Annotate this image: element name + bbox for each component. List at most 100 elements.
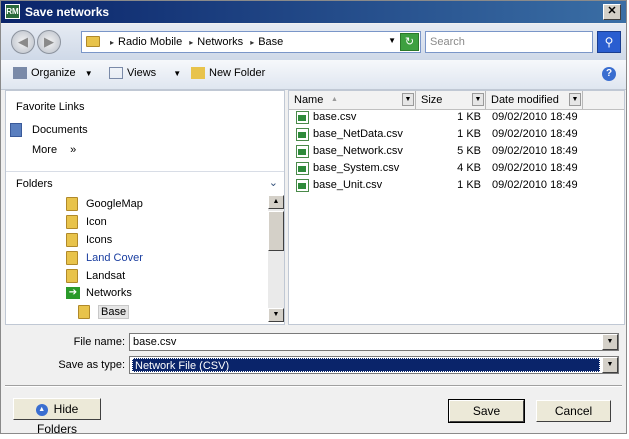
scroll-down-button[interactable]: ▼ — [268, 308, 284, 322]
folder-icon — [66, 233, 78, 247]
navigation-bar: ◀ ▶ ▸ Radio Mobile ▸ Networks ▸ Base ▼ ↻ Se… — [1, 24, 626, 60]
chevron-right-icon[interactable]: ▸ — [110, 38, 114, 47]
breadcrumb-item-base[interactable]: Base — [258, 36, 283, 48]
folder-icon — [66, 197, 78, 211]
new-folder-button[interactable]: New Folder — [191, 67, 266, 80]
column-header-name[interactable]: Name ▲ ▼ — [289, 91, 416, 109]
chevron-down-icon[interactable]: ▼ — [402, 93, 414, 106]
file-name-dropdown-button[interactable]: ▼ — [602, 334, 618, 350]
tree-item-googlemap[interactable]: GoogleMap — [66, 197, 143, 211]
tree-item-label: Icon — [86, 215, 107, 228]
csv-file-icon — [296, 145, 309, 158]
chevron-down-icon[interactable]: ▼ — [472, 93, 484, 106]
save-as-type-select[interactable]: Network File (CSV) ▼ — [129, 356, 619, 374]
file-name-label: File name: — [73, 336, 125, 348]
shortcut-arrow-icon: ➔ — [66, 287, 80, 300]
hide-folders-button[interactable]: ▲ Hide Folders — [13, 398, 101, 436]
list-item[interactable]: base_Unit.csv 1 KB 09/02/2010 18:49 — [294, 177, 624, 194]
address-dropdown-icon[interactable]: ▼ — [388, 36, 396, 45]
new-folder-icon — [191, 67, 205, 80]
views-button[interactable]: Views ▼ — [109, 67, 182, 80]
file-size: 1 KB — [457, 128, 481, 140]
breadcrumb: ▸ Radio Mobile ▸ Networks ▸ Base — [106, 36, 283, 48]
tree-item-land-cover[interactable]: Land Cover — [66, 251, 143, 265]
file-name-field[interactable]: base.csv ▼ — [129, 333, 619, 351]
chevron-up-icon: ▲ — [35, 403, 48, 416]
folders-label: Folders — [16, 178, 53, 190]
folders-header[interactable]: Folders ⌄ — [6, 171, 284, 194]
organize-icon — [13, 67, 27, 80]
close-button[interactable]: ✕ — [603, 4, 621, 20]
list-item[interactable]: base_NetData.csv 1 KB 09/02/2010 18:49 — [294, 126, 624, 143]
folder-icon — [66, 251, 78, 265]
save-as-type-value: Network File (CSV) — [132, 358, 600, 372]
organize-button[interactable]: Organize ▼ — [13, 67, 93, 80]
cancel-button[interactable]: Cancel — [536, 400, 611, 422]
list-item[interactable]: base.csv 1 KB 09/02/2010 18:49 — [294, 109, 624, 126]
chevron-right-icon[interactable]: ▸ — [250, 38, 254, 47]
documents-icon — [10, 123, 22, 137]
documents-label: Documents — [32, 123, 88, 136]
search-button[interactable]: ⚲ — [597, 31, 621, 53]
chevron-down-icon: ▼ — [173, 69, 182, 78]
double-chevron-icon: » — [70, 144, 77, 156]
folder-icon — [86, 36, 100, 47]
folder-icon — [66, 269, 78, 283]
forward-button[interactable]: ▶ — [37, 30, 61, 54]
back-arrow-icon: ◀ — [18, 34, 28, 49]
column-name-label: Name — [294, 94, 324, 106]
tree-item-base[interactable]: Base — [78, 304, 130, 319]
refresh-icon: ↻ — [404, 36, 415, 48]
tree-item-landsat[interactable]: Landsat — [66, 269, 125, 283]
favorite-link-documents[interactable]: Documents — [10, 123, 88, 137]
save-button[interactable]: Save — [448, 399, 525, 423]
file-size: 1 KB — [457, 111, 481, 123]
scroll-up-button[interactable]: ▲ — [268, 195, 284, 209]
chevron-right-icon[interactable]: ▸ — [189, 38, 193, 47]
new-folder-label: New Folder — [209, 67, 266, 79]
csv-file-icon — [296, 162, 309, 175]
save-dialog: RM Save networks ✕ ◀ ▶ ▸ Radio Mobile ▸ Ne… — [0, 0, 627, 436]
file-size: 1 KB — [457, 179, 481, 191]
toolbar: Organize ▼ Views ▼ New Folder ? — [1, 60, 626, 90]
window-title: Save networks — [25, 5, 110, 19]
chevron-down-icon[interactable]: ▼ — [569, 93, 581, 106]
column-header-size[interactable]: Size ▼ — [416, 91, 486, 109]
forward-arrow-icon: ▶ — [44, 34, 54, 49]
file-date: 09/02/2010 18:49 — [492, 111, 578, 123]
search-input[interactable]: Search — [425, 31, 593, 53]
views-label: Views — [127, 67, 157, 79]
save-as-type-label: Save as type: — [58, 359, 125, 371]
more-label: More — [32, 144, 58, 156]
scroll-thumb[interactable] — [268, 211, 284, 251]
more-links-button[interactable]: More » — [32, 144, 76, 156]
list-item[interactable]: base_System.csv 4 KB 09/02/2010 18:49 — [294, 160, 624, 177]
divider — [5, 385, 622, 387]
breadcrumb-item-networks[interactable]: Networks — [197, 36, 243, 48]
list-item[interactable]: base_Network.csv 5 KB 09/02/2010 18:49 — [294, 143, 624, 160]
tree-item-label: Icons — [86, 233, 113, 246]
breadcrumb-item-radio-mobile[interactable]: Radio Mobile — [118, 36, 182, 48]
file-date: 09/02/2010 18:49 — [492, 145, 578, 157]
folders-scrollbar[interactable]: ▲ ▼ — [268, 195, 284, 322]
title-bar[interactable]: RM Save networks ✕ — [1, 1, 626, 23]
tree-item-label: Base — [98, 304, 130, 319]
column-header-date[interactable]: Date modified ▼ — [486, 91, 583, 109]
csv-file-icon — [296, 128, 309, 141]
tree-item-networks[interactable]: ➔ Networks — [66, 287, 132, 300]
back-button[interactable]: ◀ — [11, 30, 35, 54]
search-icon: ⚲ — [604, 35, 614, 49]
tree-item-icons[interactable]: Icons — [66, 233, 112, 247]
favorite-links-heading: Favorite Links — [16, 101, 85, 113]
help-icon[interactable]: ? — [602, 67, 616, 81]
views-icon — [109, 67, 123, 80]
file-size: 5 KB — [457, 145, 481, 157]
refresh-button[interactable]: ↻ — [400, 33, 419, 51]
column-date-label: Date modified — [491, 94, 559, 106]
address-bar[interactable]: ▸ Radio Mobile ▸ Networks ▸ Base ▼ ↻ — [81, 31, 421, 53]
save-as-type-dropdown-button[interactable]: ▼ — [602, 357, 618, 373]
navigation-pane: Favorite Links Documents More » Folders … — [5, 90, 285, 325]
tree-item-label: Landsat — [86, 269, 126, 282]
csv-file-icon — [296, 179, 309, 192]
tree-item-icon[interactable]: Icon — [66, 215, 107, 229]
